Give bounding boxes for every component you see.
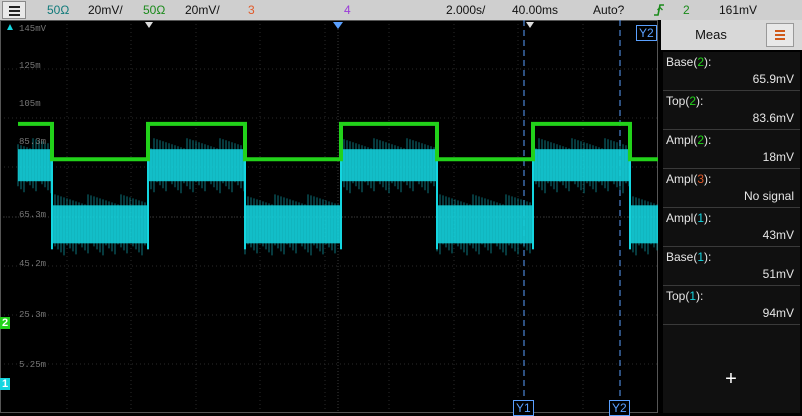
meas-name: Base(1):: [666, 250, 712, 264]
ch1-impedance[interactable]: 50Ω: [47, 2, 69, 18]
measurements-panel: Meas Base(2): 65.9mV Top(2): 83.6mV Ampl…: [661, 20, 802, 413]
y-tick-label: 105m: [19, 99, 41, 109]
meas-name: Base(2):: [666, 55, 712, 69]
meas-value: 65.9mV: [752, 72, 794, 86]
y-tick-label: 145mV: [19, 24, 47, 34]
meas-value: 18mV: [762, 150, 794, 164]
meas-value: 83.6mV: [752, 111, 794, 125]
cursor-y2-label-bottom[interactable]: Y2: [609, 400, 630, 416]
meas-item[interactable]: Top(1): 94mV: [663, 286, 800, 325]
meas-value: 51mV: [762, 267, 794, 281]
meas-item[interactable]: Base(2): 65.9mV: [663, 52, 800, 91]
y-tick-label: 25.3m: [19, 310, 47, 320]
meas-value: No signal: [743, 189, 794, 203]
measurements-list: Base(2): 65.9mV Top(2): 83.6mV Ampl(2): …: [663, 52, 800, 413]
delay-marker: [333, 22, 343, 29]
ch1-scale[interactable]: 20mV/: [88, 2, 123, 18]
trigger-edge-icon[interactable]: [652, 3, 666, 17]
ch3-label[interactable]: 3: [248, 2, 255, 18]
trigger-mode[interactable]: Auto?: [593, 2, 624, 18]
ch1-trigger-level-marker: [7, 24, 13, 30]
meas-name: Ampl(1):: [666, 211, 712, 225]
main-menu-button[interactable]: [2, 1, 26, 19]
trigger-channel[interactable]: 2: [683, 2, 690, 18]
meas-value: 43mV: [762, 228, 794, 242]
trigger-level[interactable]: 161mV: [719, 2, 757, 18]
delay[interactable]: 40.00ms: [512, 2, 558, 18]
ch2-ground-marker[interactable]: 2: [0, 317, 11, 329]
status-bar: 50Ω 20mV/ 50Ω 20mV/ 3 4 2.000s/ 40.00ms …: [0, 0, 802, 20]
y-tick-label: 85.3m: [19, 137, 47, 147]
trigger-marker-right: [526, 22, 534, 28]
meas-item[interactable]: Top(2): 83.6mV: [663, 91, 800, 130]
meas-item[interactable]: Ampl(1): 43mV: [663, 208, 800, 247]
meas-name: Ampl(2):: [666, 133, 712, 147]
meas-name: Ampl(3):: [666, 172, 712, 186]
waveform-display[interactable]: 145mV 125m 105m 85.3m 65.3m 45.2m 25.3m …: [0, 20, 658, 416]
meas-item[interactable]: Ampl(2): 18mV: [663, 130, 800, 169]
meas-value: 94mV: [762, 306, 794, 320]
meas-item[interactable]: Base(1): 51mV: [663, 247, 800, 286]
meas-name: Top(2):: [666, 94, 704, 108]
ch2-impedance[interactable]: 50Ω: [143, 2, 165, 18]
ch4-label[interactable]: 4: [344, 2, 351, 18]
trigger-marker-left: [145, 22, 153, 28]
graticule: [0, 20, 658, 413]
cursor-y2-label-top[interactable]: Y2: [636, 25, 657, 41]
timebase[interactable]: 2.000s/: [446, 2, 485, 18]
ch1-trace-segment: [18, 149, 52, 182]
y-tick-label: 5.25m: [19, 360, 47, 370]
ch1-ground-marker[interactable]: 1: [0, 378, 11, 390]
cursor-y1-label[interactable]: Y1: [513, 400, 534, 416]
y-tick-label: 65.3m: [19, 210, 47, 220]
panel-menu-button[interactable]: [766, 23, 794, 47]
y-tick-label: 45.2m: [19, 259, 47, 269]
meas-item[interactable]: Ampl(3): No signal: [663, 169, 800, 208]
measurements-header: Meas: [661, 20, 802, 50]
panel-title: Meas: [695, 27, 727, 42]
ch2-scale[interactable]: 20mV/: [185, 2, 220, 18]
meas-name: Top(1):: [666, 289, 704, 303]
y-tick-label: 125m: [19, 61, 41, 71]
add-measurement-button[interactable]: +: [719, 367, 743, 391]
